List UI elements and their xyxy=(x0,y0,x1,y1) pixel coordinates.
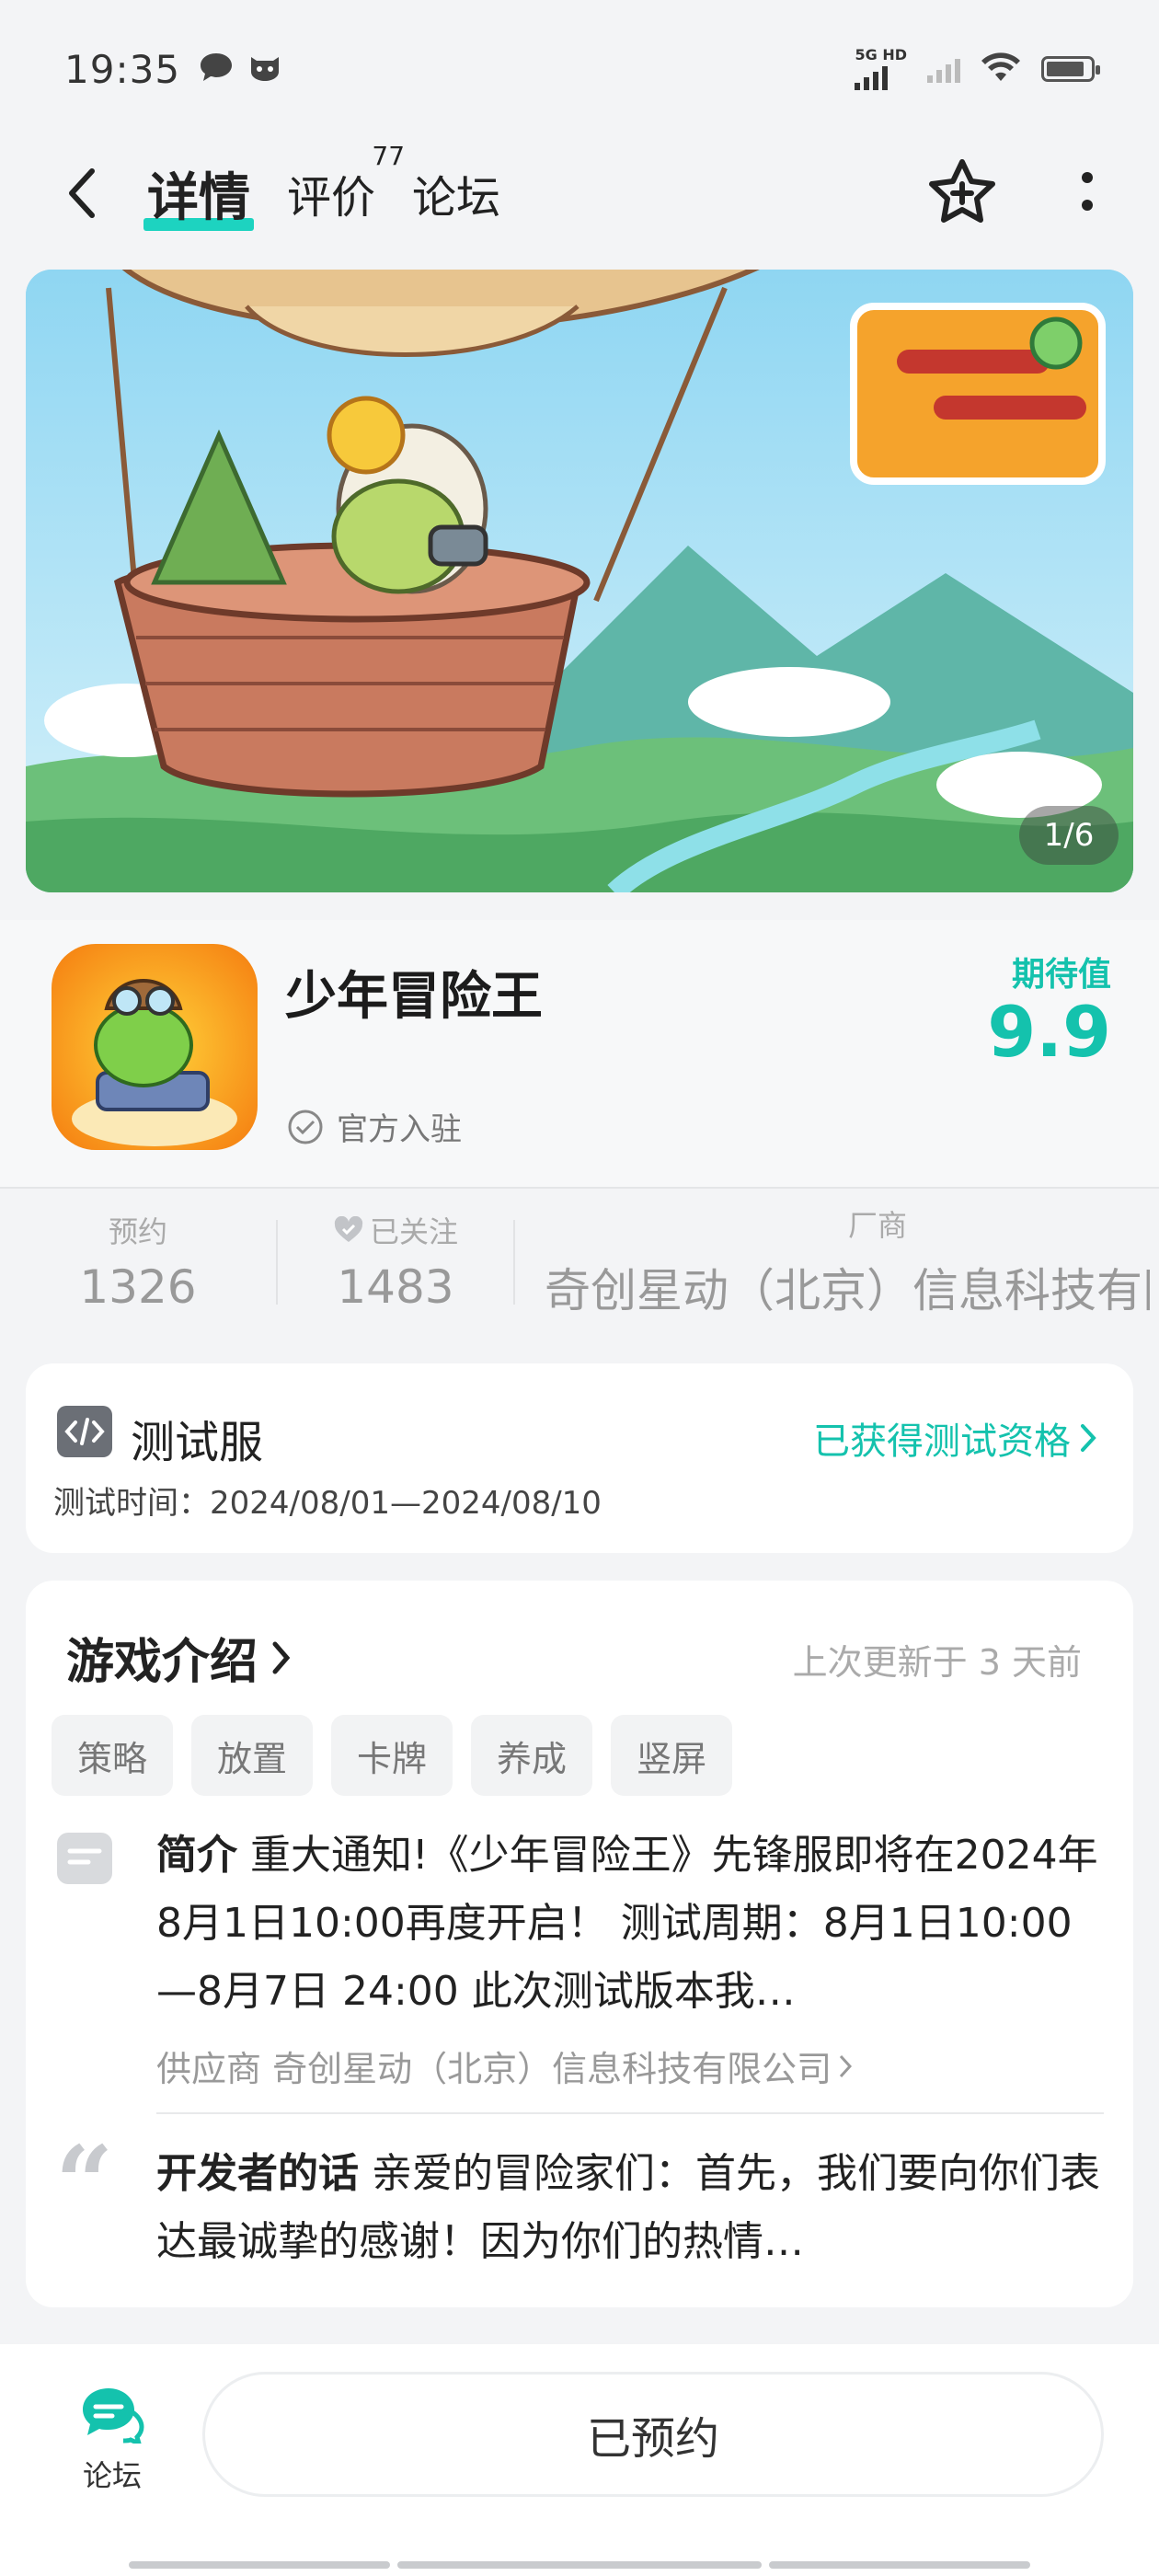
description-text[interactable]: 简介 重大通知!《少年冒险王》先锋服即将在2024年8月1日10:00再度开启！… xyxy=(156,1822,1104,2026)
stat-value: 1483 xyxy=(337,1260,454,1314)
heart-check-icon xyxy=(334,1216,363,1242)
wifi-icon xyxy=(981,52,1021,86)
cat-app-icon xyxy=(247,52,283,86)
banner-carousel[interactable]: 1/6 xyxy=(26,270,1133,892)
stat-followers[interactable]: 已关注 1483 xyxy=(278,1192,513,1330)
test-link-label: 已获得测试资格 xyxy=(813,1420,1071,1463)
developer-words[interactable]: 开发者的话 亲爱的冒险家们：首先，我们要向你们表达最诚挚的感谢！因为你们的热情… xyxy=(156,2140,1104,2276)
chevron-right-icon xyxy=(272,1641,291,1673)
more-button[interactable] xyxy=(1080,170,1095,216)
quote-icon: “ xyxy=(55,2123,114,2242)
intro-title-label: 游戏介绍 xyxy=(66,1635,258,1690)
message-icon xyxy=(199,52,234,86)
rating-value: 9.9 xyxy=(987,991,1111,1073)
app-icon xyxy=(52,944,258,1150)
battery-icon xyxy=(1041,56,1100,82)
app-info: 少年冒险王 官方入驻 期待值 9.9 xyxy=(0,920,1159,1187)
reserved-button[interactable]: 已预约 xyxy=(202,2372,1104,2497)
rating-label: 期待值 xyxy=(1011,956,1111,994)
back-button[interactable] xyxy=(64,166,110,221)
stats-row: 预约 1326 已关注 1483 厂商 奇创星动（北京）信息科技有限 xyxy=(0,1192,1159,1330)
home-indicator xyxy=(769,2561,1030,2569)
check-circle-icon xyxy=(288,1110,323,1144)
star-add-icon xyxy=(929,159,995,223)
tab-reviews-label: 评价 xyxy=(287,172,376,224)
review-count: 77 xyxy=(372,141,406,171)
stat-label-text: 已关注 xyxy=(369,1214,458,1249)
chevron-right-icon xyxy=(1081,1424,1096,1452)
intro-title[interactable]: 游戏介绍 xyxy=(66,1623,291,1692)
tag[interactable]: 卡牌 xyxy=(331,1715,453,1796)
tag[interactable]: 放置 xyxy=(191,1715,314,1796)
tab-details[interactable]: 详情 xyxy=(143,156,254,231)
supplier-link[interactable]: 供应商 奇创星动（北京）信息科技有限公司 xyxy=(156,2041,853,2091)
banner-image xyxy=(26,270,1133,892)
stat-label: 厂商 xyxy=(848,1208,908,1243)
tab-reviews[interactable]: 评价 77 xyxy=(287,141,405,225)
official-label: 官方入驻 xyxy=(337,1111,462,1148)
signal-icon xyxy=(855,63,889,90)
description-body: 重大通知!《少年冒险王》先锋服即将在2024年8月1日10:00再度开启！ 测试… xyxy=(156,1832,1098,2015)
home-indicator xyxy=(129,2561,390,2569)
tag[interactable]: 策略 xyxy=(52,1715,174,1796)
supplier-label: 供应商 奇创星动（北京）信息科技有限公司 xyxy=(156,2049,832,2089)
code-icon xyxy=(57,1406,112,1457)
tag[interactable]: 养成 xyxy=(471,1715,593,1796)
test-server-title: 测试服 xyxy=(131,1417,264,1468)
forum-icon xyxy=(83,2388,144,2444)
test-server-time: 测试时间：2024/08/01—2024/08/10 xyxy=(53,1485,602,1522)
status-time: 19:35 xyxy=(64,46,181,92)
forum-button[interactable]: 论坛 xyxy=(66,2385,158,2495)
signal-2-icon xyxy=(927,55,960,83)
stat-label: 已关注 xyxy=(333,1209,458,1251)
stat-reservations[interactable]: 预约 1326 xyxy=(0,1192,276,1330)
description-label: 简介 xyxy=(156,1832,237,1879)
app-title: 少年冒险王 xyxy=(285,967,543,1027)
intro-updated: 上次更新于 3 天前 xyxy=(792,1642,1082,1683)
star-add-button[interactable] xyxy=(927,158,997,228)
tag[interactable]: 竖屏 xyxy=(611,1715,733,1796)
game-intro-card: 游戏介绍 上次更新于 3 天前 策略 放置 卡牌 养成 竖屏 简介 重大通知!《… xyxy=(26,1581,1133,2307)
stat-value: 奇创星动（北京）信息科技有限 xyxy=(545,1264,1150,1317)
home-indicator xyxy=(397,2561,762,2569)
developer-label: 开发者的话 xyxy=(156,2150,359,2197)
divider xyxy=(156,2112,1104,2114)
bottom-bar: 论坛 已预约 xyxy=(0,2344,1159,2576)
rating: 期待值 9.9 xyxy=(987,948,1111,1069)
back-icon xyxy=(69,168,95,218)
forum-label: 论坛 xyxy=(82,2458,142,2493)
divider xyxy=(0,1187,1159,1189)
banner-counter: 1/6 xyxy=(1019,806,1119,865)
chevron-right-icon xyxy=(839,2054,853,2077)
stat-label: 预约 xyxy=(108,1214,167,1249)
status-bar: 19:35 5G HD xyxy=(0,0,1159,138)
test-qualification-link[interactable]: 已获得测试资格 xyxy=(813,1411,1096,1465)
test-server-card[interactable]: 测试服 测试时间：2024/08/01—2024/08/10 已获得测试资格 xyxy=(26,1363,1133,1553)
stat-value: 1326 xyxy=(79,1260,197,1314)
tag-list: 策略 放置 卡牌 养成 竖屏 xyxy=(52,1715,733,1796)
network-label: 5G HD xyxy=(855,46,907,63)
tab-forum[interactable]: 论坛 xyxy=(412,161,500,225)
top-nav: 详情 评价 77 论坛 xyxy=(0,138,1159,248)
stat-vendor[interactable]: 厂商 奇创星动（北京）信息科技有限 xyxy=(515,1192,1150,1330)
description-icon xyxy=(57,1833,112,1884)
more-icon xyxy=(1082,172,1093,211)
official-badge: 官方入驻 xyxy=(287,1104,462,1149)
